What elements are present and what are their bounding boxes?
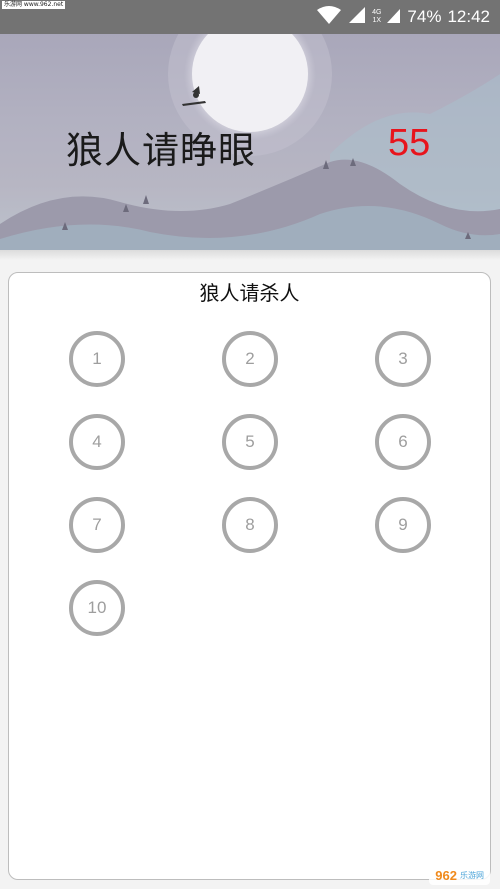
player-button-8[interactable]: 8 (222, 497, 278, 553)
player-button-3[interactable]: 3 (375, 331, 431, 387)
wifi-icon (316, 5, 342, 29)
player-button-6[interactable]: 6 (375, 414, 431, 470)
kill-selection-card: 狼人请杀人 1 2 3 4 5 6 7 8 9 10 (8, 272, 491, 880)
signal-icon (348, 6, 366, 28)
watermark-text: 乐游网 www.962.net (2, 1, 66, 9)
countdown-timer: 55 (388, 122, 431, 164)
player-button-1[interactable]: 1 (69, 331, 125, 387)
phase-title: 狼人请睁眼 (66, 129, 256, 172)
player-button-9[interactable]: 9 (375, 497, 431, 553)
battery-percent: 74% (407, 7, 442, 26)
header-banner: 狼人请睁眼 55 (0, 34, 500, 250)
watermark-logo: 962 乐游网 (429, 865, 490, 885)
header-shadow (0, 250, 500, 260)
player-button-7[interactable]: 7 (69, 497, 125, 553)
status-bar: 乐游网 www.962.net 4G 1X 74% 12:42 (0, 0, 500, 34)
player-button-5[interactable]: 5 (222, 414, 278, 470)
network-type: 4G 1X (372, 9, 382, 24)
clock: 12:42 (447, 7, 490, 26)
player-button-2[interactable]: 2 (222, 331, 278, 387)
player-button-4[interactable]: 4 (69, 414, 125, 470)
player-button-10[interactable]: 10 (69, 580, 125, 636)
card-title: 狼人请杀人 (199, 281, 300, 305)
signal-icon-2 (387, 6, 401, 28)
